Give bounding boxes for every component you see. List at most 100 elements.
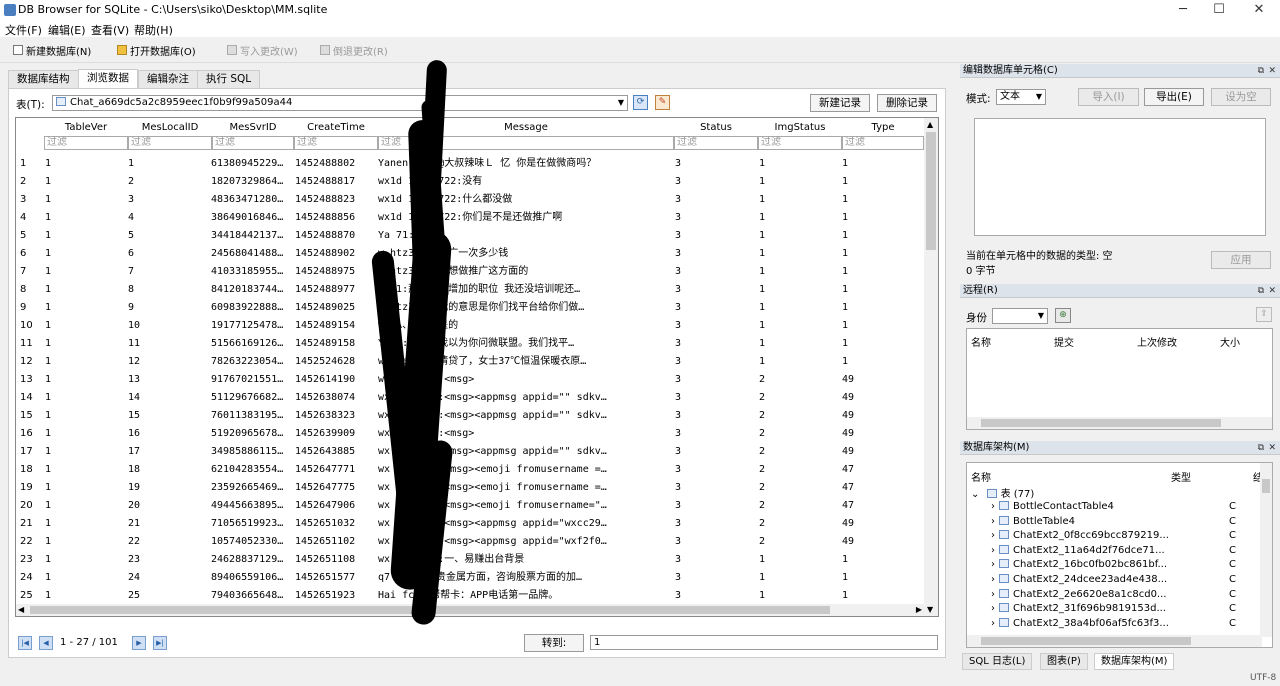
table-cell[interactable]: 3 — [675, 245, 755, 263]
table-cell[interactable]: 1452647906 — [295, 497, 375, 515]
table-cell[interactable]: 49 — [842, 443, 922, 461]
table-cell[interactable]: 6 — [128, 245, 208, 263]
schema-table-item[interactable]: › ChatExt2_2e6620e8a1c8cd0... C — [991, 588, 1261, 600]
table-cell[interactable]: 49 — [842, 425, 922, 443]
tab-sql-log[interactable]: SQL 日志(L) — [962, 653, 1033, 670]
table-cell[interactable]: 51566169126… — [211, 335, 293, 353]
table-cell[interactable]: 38649016846… — [211, 209, 293, 227]
row-number[interactable]: 12 — [20, 353, 33, 371]
table-cell[interactable]: 3 — [675, 425, 755, 443]
table-cell[interactable]: 1 — [842, 191, 922, 209]
table-cell[interactable]: 3 — [675, 353, 755, 371]
table-cell[interactable]: 13 — [128, 371, 208, 389]
table-cell[interactable]: 61380945229… — [211, 155, 293, 173]
table-cell[interactable]: 2 — [759, 407, 839, 425]
table-cell[interactable]: 1 — [842, 335, 922, 353]
column-filter-input[interactable]: 过滤 — [758, 136, 842, 150]
table-cell[interactable]: 1 — [45, 281, 125, 299]
table-cell[interactable]: 1452488870 — [295, 227, 375, 245]
table-cell[interactable]: 1452488975 — [295, 263, 375, 281]
schema-hscroll[interactable] — [967, 635, 1262, 647]
table-cell[interactable]: 3 — [675, 461, 755, 479]
table-cell[interactable]: 1 — [45, 245, 125, 263]
table-cell[interactable]: 10 — [128, 317, 208, 335]
table-cell[interactable]: 1452643885 — [295, 443, 375, 461]
table-cell[interactable]: 8 — [128, 281, 208, 299]
identity-selector[interactable]: ▼ — [992, 308, 1048, 324]
table-cell[interactable]: 79403665648… — [211, 587, 293, 605]
table-cell[interactable]: 1 — [45, 533, 125, 551]
menu-file[interactable]: 文件(F) — [5, 22, 42, 38]
remote-hscroll[interactable] — [967, 417, 1272, 429]
table-cell[interactable]: 1 — [842, 227, 922, 245]
table-cell[interactable]: 1452614190 — [295, 371, 375, 389]
table-cell[interactable]: 2 — [759, 479, 839, 497]
table-cell[interactable]: 1 — [842, 551, 922, 569]
import-button[interactable]: 导入(I) — [1078, 88, 1139, 106]
tab-execute-sql[interactable]: 执行 SQL — [197, 70, 261, 88]
table-cell[interactable]: 76011383195… — [211, 407, 293, 425]
table-cell[interactable]: 49 — [842, 407, 922, 425]
table-cell[interactable]: 24628837129… — [211, 551, 293, 569]
table-cell[interactable]: 2 — [759, 533, 839, 551]
table-cell[interactable]: 41033185955… — [211, 263, 293, 281]
row-number[interactable]: 23 — [20, 551, 33, 569]
table-cell[interactable]: 1 — [45, 551, 125, 569]
schema-table-item[interactable]: › ChatExt2_24dcee23ad4e438... C — [991, 574, 1261, 585]
table-cell[interactable]: 19177125478… — [211, 317, 293, 335]
row-number[interactable]: 10 — [20, 317, 33, 335]
schema-table-item[interactable]: › ChatExt2_31f696b9819153d... C — [991, 603, 1261, 614]
table-cell[interactable]: 3 — [675, 515, 755, 533]
table-cell[interactable]: 1452651032 — [295, 515, 375, 533]
table-cell[interactable]: 1 — [842, 317, 922, 335]
row-number[interactable]: 22 — [20, 533, 33, 551]
table-cell[interactable]: 3 — [675, 389, 755, 407]
table-cell[interactable]: 17 — [128, 443, 208, 461]
table-cell[interactable]: 2 — [759, 515, 839, 533]
row-number[interactable]: 9 — [20, 299, 26, 317]
table-cell[interactable]: 2 — [759, 425, 839, 443]
float-icon[interactable]: ⧉ — [1258, 441, 1264, 455]
table-cell[interactable]: 9 — [128, 299, 208, 317]
table-cell[interactable]: 1452647775 — [295, 479, 375, 497]
table-cell[interactable]: 1 — [842, 245, 922, 263]
column-filter-input[interactable]: 过滤 — [44, 136, 128, 150]
row-number[interactable]: 11 — [20, 335, 33, 353]
table-cell[interactable]: 1 — [759, 335, 839, 353]
table-cell[interactable]: 1452488977 — [295, 281, 375, 299]
table-cell[interactable]: 51920965678… — [211, 425, 293, 443]
table-cell[interactable]: 1 — [842, 587, 922, 605]
table-cell[interactable]: 3 — [675, 209, 755, 227]
first-page-icon[interactable]: |◀ — [18, 636, 32, 650]
table-cell[interactable]: 1 — [45, 263, 125, 281]
table-cell[interactable]: 1 — [45, 335, 125, 353]
table-cell[interactable]: 49445663895… — [211, 497, 293, 515]
row-number[interactable]: 4 — [20, 209, 26, 227]
table-cell[interactable]: 49 — [842, 515, 922, 533]
table-cell[interactable]: 22 — [128, 533, 208, 551]
table-cell[interactable]: 1452488856 — [295, 209, 375, 227]
row-number[interactable]: 13 — [20, 371, 33, 389]
table-cell[interactable]: 49 — [842, 389, 922, 407]
row-number[interactable]: 19 — [20, 479, 33, 497]
table-cell[interactable]: 1 — [759, 263, 839, 281]
next-page-icon[interactable]: ▶ — [132, 636, 146, 650]
table-cell[interactable]: 2 — [759, 389, 839, 407]
goto-button[interactable]: 转到: — [524, 634, 584, 652]
cell-editor-textarea[interactable] — [974, 118, 1266, 236]
table-cell[interactable]: 1 — [45, 569, 125, 587]
table-cell[interactable]: 47 — [842, 479, 922, 497]
export-button[interactable]: 导出(E) — [1144, 88, 1204, 106]
new-database-button[interactable]: 新建数据库(N) — [13, 42, 91, 58]
table-cell[interactable]: 1 — [45, 317, 125, 335]
table-cell[interactable]: 7 — [128, 263, 208, 281]
schema-vscroll[interactable] — [1260, 463, 1272, 637]
table-cell[interactable]: 1 — [45, 443, 125, 461]
table-cell[interactable]: 14 — [128, 389, 208, 407]
table-cell[interactable]: 1 — [759, 209, 839, 227]
table-cell[interactable]: 1452638074 — [295, 389, 375, 407]
table-cell[interactable]: 3 — [675, 191, 755, 209]
table-cell[interactable]: 1 — [45, 173, 125, 191]
table-cell[interactable]: 1452651102 — [295, 533, 375, 551]
row-number[interactable]: 16 — [20, 425, 33, 443]
